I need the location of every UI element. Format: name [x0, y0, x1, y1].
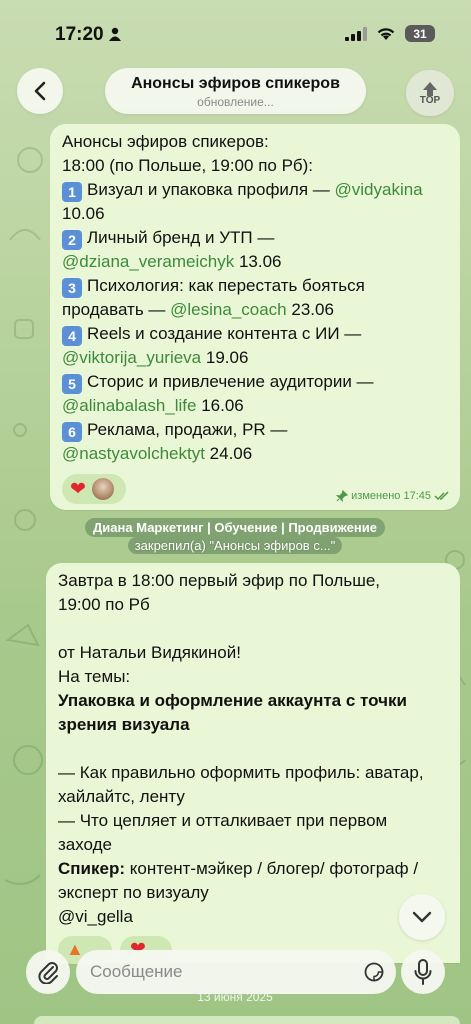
list-item-date: 10.06	[62, 204, 105, 223]
keycap-number: 1	[62, 182, 82, 202]
mention-link[interactable]: @vi_gella	[58, 905, 133, 929]
message-text-line: от Натальи Видякиной!	[58, 643, 241, 662]
list-item: 1 Визуал и упаковка профиля — @vidyakina	[62, 178, 423, 202]
keycap-number: 3	[62, 278, 82, 298]
service-action: закрепил(а) "Анонсы эфиров с..."	[70, 537, 400, 554]
message-text-line: хайлайтс, ленту	[58, 787, 185, 806]
mention-link[interactable]: @alinabalash_life	[62, 396, 196, 415]
next-message-edge	[34, 1016, 460, 1024]
list-item: @dziana_verameichyk 13.06	[62, 252, 282, 271]
avatar	[91, 478, 114, 500]
message-text-line: зрения визуала	[58, 715, 190, 734]
top-button[interactable]: TOP	[406, 70, 454, 116]
message-text-line: — Как правильно оформить профиль: аватар…	[58, 763, 424, 782]
list-item: 5 Сторис и привлечение аудитории —	[62, 370, 374, 394]
message-text-line: 18:00 (по Польше, 19:00 по Рб):	[62, 156, 314, 175]
microphone-button[interactable]	[401, 950, 445, 994]
mention-link[interactable]: @viktorija_yurieva	[62, 348, 201, 367]
edited-time: изменено 17:45	[351, 490, 431, 502]
message-input[interactable]	[90, 960, 350, 984]
list-item: 6 Реклама, продажи, PR —	[62, 418, 287, 442]
message-meta: изменено 17:45	[336, 490, 450, 502]
service-author[interactable]: Диана Маркетинг | Обучение | Продвижение	[85, 518, 385, 537]
message-text-line: эксперт по визуалу	[58, 883, 209, 902]
chat-title-pill[interactable]: Анонсы эфиров спикеров обновление...	[105, 68, 366, 114]
back-button[interactable]	[17, 68, 63, 114]
message-text-line: 19:00 по Рб	[58, 595, 150, 614]
top-label: TOP	[419, 94, 441, 106]
microphone-icon	[414, 959, 432, 985]
list-item: @alinabalash_life 16.06	[62, 396, 244, 415]
reaction-heart[interactable]: ❤	[62, 474, 126, 504]
message-text-line: На темы:	[58, 667, 131, 686]
mention-link[interactable]: @lesina_coach	[170, 300, 287, 319]
keycap-number: 5	[62, 374, 82, 394]
list-item: @nastyavolchektyt 24.06	[62, 444, 253, 463]
pin-icon	[336, 490, 349, 502]
chat-subtitle: обновление...	[197, 95, 274, 109]
message-text-line: заходе	[58, 835, 113, 854]
keycap-number: 6	[62, 422, 82, 442]
paperclip-icon	[38, 962, 58, 984]
message-text-line: — Что цепляет и отталкивает при первом	[58, 811, 388, 830]
heart-icon: ❤	[70, 478, 86, 500]
list-item: 4 Reels и создание контента с ИИ —	[62, 322, 361, 346]
chat-title: Анонсы эфиров спикеров	[131, 75, 340, 92]
mention-link[interactable]: @vidyakina	[335, 180, 423, 199]
wifi-icon	[377, 27, 395, 40]
list-item: @viktorija_yurieva 19.06	[62, 348, 249, 367]
list-item: продавать — @lesina_coach 23.06	[62, 300, 334, 319]
message-input-container	[76, 950, 396, 994]
battery-level: 31	[413, 26, 427, 41]
message-text-line: Спикер: контент-мэйкер / блогер/ фотогра…	[58, 859, 419, 878]
chevron-left-icon	[34, 81, 46, 101]
message-bubble-first-stream[interactable]: Завтра в 18:00 первый эфир по Польше, 19…	[46, 563, 460, 963]
status-time: 17:20	[55, 24, 104, 45]
battery-icon: 31	[405, 25, 435, 42]
pinned-service-message: Диана Маркетинг | Обучение | Продвижение…	[70, 518, 400, 558]
person-icon	[109, 27, 121, 41]
list-item: 2 Личный бренд и УТП —	[62, 226, 274, 250]
message-text-line: Анонсы эфиров спикеров:	[62, 132, 269, 151]
status-bar: 17:20 31	[0, 0, 471, 62]
scroll-down-button[interactable]	[399, 894, 445, 940]
signal-icon	[345, 26, 367, 41]
message-text-line: Завтра в 18:00 первый эфир по Польше,	[58, 571, 381, 590]
double-check-icon	[434, 491, 449, 501]
mention-link[interactable]: @nastyavolchektyt	[62, 444, 205, 463]
message-text-line: Упаковка и оформление аккаунта с точки	[58, 691, 407, 710]
keycap-number: 4	[62, 326, 82, 346]
message-bubble-announcements[interactable]: Анонсы эфиров спикеров: 18:00 (по Польше…	[50, 124, 460, 510]
list-item: 3 Психология: как перестать бояться	[62, 274, 365, 298]
chevron-down-icon	[412, 911, 432, 923]
mention-link[interactable]: @dziana_verameichyk	[62, 252, 234, 271]
keycap-number: 2	[62, 230, 82, 250]
attach-button[interactable]	[26, 950, 70, 994]
status-indicators: 31	[345, 25, 435, 42]
sticker-icon[interactable]	[364, 962, 384, 982]
